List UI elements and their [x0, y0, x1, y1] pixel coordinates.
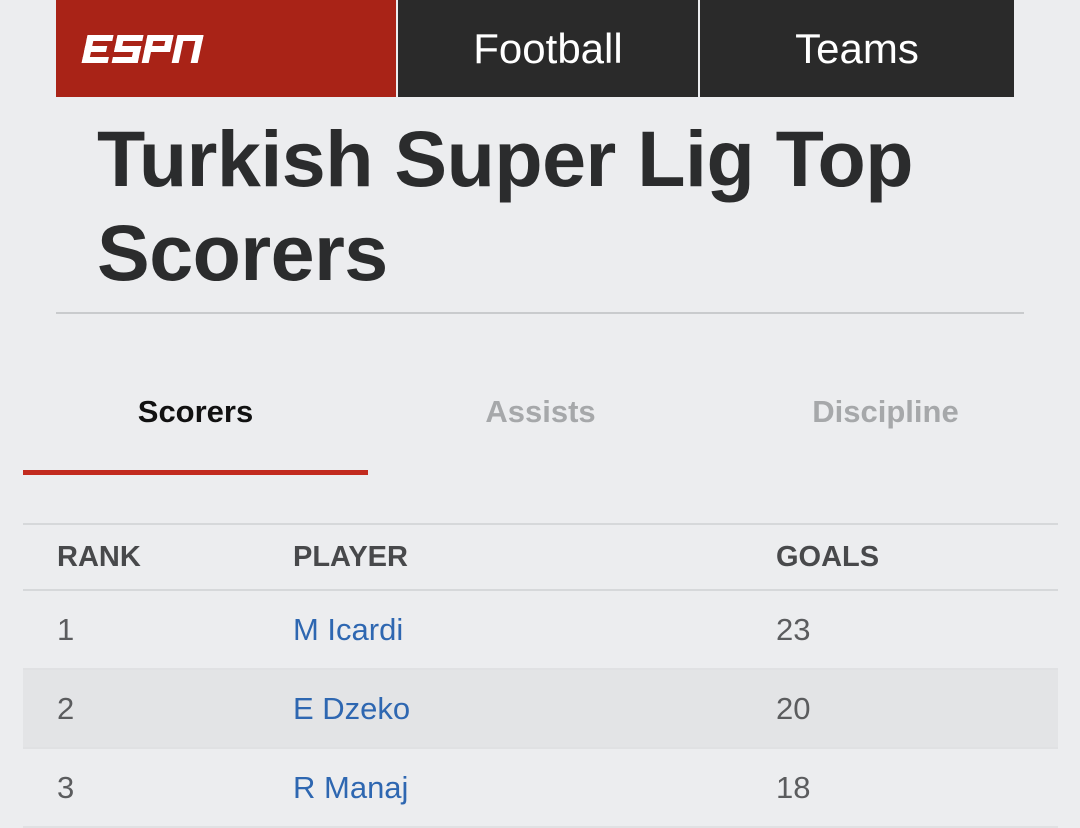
- page-title: Turkish Super Lig Top Scorers: [97, 114, 914, 297]
- tab-scorers[interactable]: Scorers: [23, 350, 368, 476]
- stat-tabs: Scorers Assists Discipline: [23, 350, 1058, 476]
- nav-teams-link[interactable]: Teams: [700, 0, 1014, 97]
- table-row: 1 M Icardi 23: [23, 591, 1058, 670]
- player-link[interactable]: M Icardi: [293, 591, 403, 668]
- rank-cell: 2: [57, 690, 75, 726]
- rank-cell: 1: [57, 611, 75, 647]
- title-divider: [56, 312, 1024, 314]
- rank-column-header: RANK: [57, 540, 141, 573]
- goals-cell: 20: [776, 690, 811, 726]
- tab-discipline[interactable]: Discipline: [713, 350, 1058, 476]
- scorers-table: RANK PLAYER GOALS 1 M Icardi 23 2 E Dzek…: [23, 525, 1058, 828]
- player-column-header: PLAYER: [293, 540, 408, 573]
- table-row: 2 E Dzeko 20: [23, 670, 1058, 749]
- player-link[interactable]: E Dzeko: [293, 670, 410, 747]
- table-row: 3 R Manaj 18: [23, 749, 1058, 828]
- espn-logo-icon: [81, 34, 204, 63]
- goals-cell: 23: [776, 611, 811, 647]
- espn-logo[interactable]: [56, 0, 396, 97]
- rank-cell: 3: [57, 769, 75, 805]
- active-tab-indicator: [23, 470, 368, 475]
- nav-football-link[interactable]: Football: [398, 0, 698, 97]
- tab-assists[interactable]: Assists: [368, 350, 713, 476]
- table-header-row: RANK PLAYER GOALS: [23, 525, 1058, 591]
- goals-cell: 18: [776, 769, 811, 805]
- goals-column-header: GOALS: [776, 540, 880, 573]
- top-nav: Football Teams: [56, 0, 1014, 97]
- player-link[interactable]: R Manaj: [293, 749, 408, 826]
